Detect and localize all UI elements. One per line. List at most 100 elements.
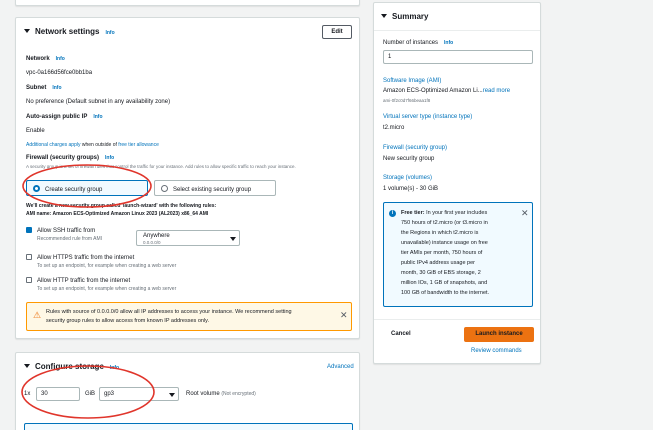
select-sg-label: Select existing security group [173, 187, 252, 193]
volume-type-select[interactable]: gp3 [99, 387, 179, 401]
configure-storage-panel: Configure storage Info Advanced 1x 30 GiB… [15, 352, 360, 430]
http-label: Allow HTTP traffic from the internet [37, 278, 131, 284]
https-label: Allow HTTPS traffic from the internet [37, 255, 135, 261]
advanced-link[interactable]: Advanced [327, 364, 354, 372]
edit-network-button[interactable]: Edit [322, 25, 352, 39]
public-ip-value: Enable [26, 128, 45, 134]
ssh-rule-row: Allow SSH traffic from [26, 227, 95, 236]
configure-storage-header[interactable]: Configure storage Info [24, 362, 119, 373]
http-rule-row: Allow HTTP traffic from the internet [26, 277, 130, 286]
subnet-label-text: Subnet [26, 85, 47, 91]
free-tier-line-2: 750 hours of t2.micro (or t3.micro in [401, 220, 488, 226]
subnet-info-link[interactable]: Info [52, 85, 61, 91]
volume-size-value: 30 [41, 391, 48, 397]
firewall-info-link[interactable]: Info [105, 155, 114, 161]
volume-unit: GiB [85, 391, 96, 397]
cancel-button[interactable]: Cancel [391, 331, 411, 339]
ssh-checkbox[interactable] [26, 227, 32, 233]
previous-panel [15, 0, 360, 6]
rules-intro-line-2: AMI name: Amazon ECS-Optimized Amazon Li… [26, 211, 209, 217]
create-security-group-option[interactable]: Create security group [26, 180, 148, 196]
free-tier-line-4: unavailable) instance usage on free [401, 240, 488, 246]
free-tier-line-7: month, 30 GiB of EBS storage, 2 [401, 270, 481, 276]
network-settings-header[interactable]: Network settings Info [24, 27, 115, 38]
warning-icon: ⚠ [33, 310, 42, 320]
review-commands-link[interactable]: Review commands [471, 348, 522, 356]
ssh-label: Allow SSH traffic from [37, 228, 96, 234]
ssh-source-select[interactable]: Anywhere 0.0.0.0/0 [136, 230, 240, 246]
chevron-down-icon [169, 393, 175, 397]
number-of-instances-input[interactable]: 1 [383, 50, 533, 64]
free-tier-line-9: 100 GB of bandwidth to the internet. [401, 290, 490, 296]
collapse-caret-icon [24, 29, 30, 33]
configure-storage-info-link[interactable]: Info [110, 365, 119, 371]
network-settings-info-link[interactable]: Info [105, 30, 114, 36]
ssh-source-cidr: 0.0.0.0/0 [143, 240, 161, 245]
network-settings-panel: Network settings Info Edit Network Info vp… [15, 17, 360, 339]
info-circle-icon: i [389, 210, 396, 217]
open-ssh-warning: ⚠ Rules with source of 0.0.0.0/0 allow a… [26, 302, 352, 331]
create-sg-radio[interactable] [33, 185, 40, 192]
ami-id: ami-0f2c0d7f66beaa1f8 [383, 98, 431, 103]
firewall-label-text: Firewall (security groups) [26, 155, 100, 161]
subnet-value: No preference (Default subnet in any ava… [26, 99, 171, 105]
network-field-label: Network Info [26, 56, 65, 64]
free-tier-line-text: In your first year includes [426, 210, 488, 216]
free-tier-line-1: Free tier: In your first year includes [401, 210, 487, 217]
warning-text-line-1: Rules with source of 0.0.0.0/0 allow all… [46, 309, 292, 315]
summary-footer-divider [374, 319, 540, 320]
network-label-text: Network [26, 56, 50, 62]
root-volume-text: Root volume [186, 391, 220, 397]
collapse-caret-icon [381, 14, 387, 18]
summary-title: Summary [392, 12, 429, 21]
instances-value: 1 [388, 54, 392, 60]
root-volume-note: (Not encrypted) [221, 391, 256, 397]
dismiss-free-tier-close-icon[interactable]: ✕ [521, 208, 529, 219]
volume-size-input[interactable]: 30 [36, 387, 80, 401]
ami-label-link[interactable]: Software Image (AMI) [383, 78, 441, 86]
public-ip-field-label: Auto-assign public IP Info [26, 114, 103, 122]
additional-charges-link[interactable]: Additional charges apply [26, 142, 80, 148]
ami-read-more-link[interactable]: read more [483, 88, 510, 94]
https-description: To set up an endpoint, for example when … [37, 263, 177, 269]
instance-type-label-link[interactable]: Virtual server type (instance type) [383, 114, 472, 122]
select-existing-security-group-option[interactable]: Select existing security group [154, 180, 276, 196]
summary-divider [374, 30, 540, 31]
free-tier-allowance-link[interactable]: free tier allowance [118, 142, 159, 148]
storage-value: 1 volume(s) - 30 GiB [383, 186, 439, 192]
instances-label: Number of instances Info [383, 40, 453, 48]
free-tier-line-6: public IPv4 address usage per [401, 260, 475, 266]
public-ip-info-link[interactable]: Info [93, 114, 102, 120]
dismiss-warning-close-icon[interactable]: ✕ [340, 310, 348, 321]
chevron-down-icon [230, 237, 236, 241]
network-info-link[interactable]: Info [56, 56, 65, 62]
charges-note: Additional charges apply when outside of… [26, 142, 159, 148]
rules-intro-line-1: We'll create a new security group called… [26, 203, 217, 209]
public-ip-label-text: Auto-assign public IP [26, 114, 88, 120]
https-checkbox[interactable] [26, 254, 32, 260]
storage-info-box [24, 423, 353, 430]
network-settings-title: Network settings [35, 27, 100, 36]
ami-value: Amazon ECS-Optimized Amazon Li...read mo… [383, 88, 510, 96]
firewall-label-link[interactable]: Firewall (security group) [383, 145, 447, 153]
http-checkbox[interactable] [26, 277, 32, 283]
select-sg-radio[interactable] [161, 185, 168, 192]
ssh-description: Recommended rule from AMI [37, 236, 103, 242]
free-tier-line-3: the Regions in which t2.micro is [401, 230, 479, 236]
create-sg-label: Create security group [45, 187, 103, 193]
subnet-field-label: Subnet Info [26, 85, 62, 93]
storage-label-link[interactable]: Storage (volumes) [383, 175, 432, 183]
collapse-caret-icon [24, 364, 30, 368]
instances-label-text: Number of instances [383, 40, 439, 46]
free-tier-line-8: million IOs, 1 GB of snapshots, and [401, 280, 488, 286]
free-tier-info-box: i Free tier: In your first year includes… [383, 202, 533, 307]
summary-panel: Summary Number of instances Info 1 Softwa… [373, 2, 541, 364]
ami-value-text: Amazon ECS-Optimized Amazon Li... [383, 88, 483, 94]
instances-info-link[interactable]: Info [444, 40, 453, 46]
warning-text-line-2: security group rules to allow access fro… [46, 318, 210, 324]
volume-multiplier: 1x [24, 391, 31, 397]
charges-text: when outside of [81, 142, 117, 148]
configure-storage-title: Configure storage [35, 362, 104, 371]
summary-header[interactable]: Summary [381, 12, 428, 23]
launch-instance-button[interactable]: Launch instance [464, 327, 534, 342]
